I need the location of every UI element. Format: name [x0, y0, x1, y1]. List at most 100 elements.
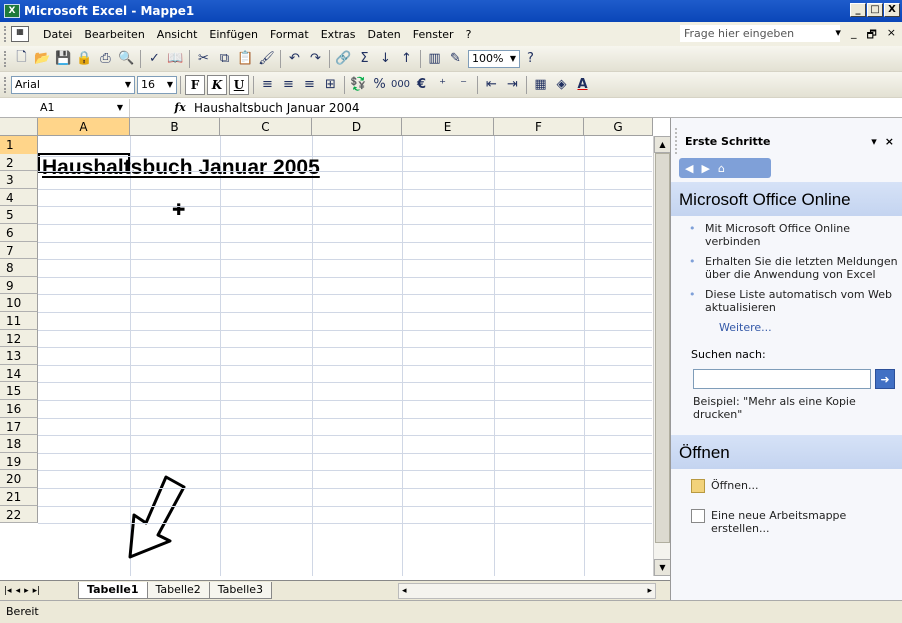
- italic-button[interactable]: K: [207, 74, 227, 95]
- chart-wizard-icon[interactable]: ▥: [424, 49, 445, 69]
- drawing-icon[interactable]: ✎: [445, 49, 466, 69]
- row-header[interactable]: 15: [0, 382, 38, 400]
- row-header[interactable]: 13: [0, 347, 38, 365]
- menu-bearbeiten[interactable]: Bearbeiten: [78, 28, 150, 41]
- task-pane-close-icon[interactable]: ×: [885, 135, 894, 148]
- horizontal-scrollbar[interactable]: ◂ ▸: [398, 583, 656, 599]
- menu-datei[interactable]: Datei: [37, 28, 78, 41]
- undo-icon[interactable]: ↶: [284, 49, 305, 69]
- scroll-left-icon[interactable]: ◂: [402, 586, 407, 596]
- align-right-icon[interactable]: ≡: [299, 75, 320, 95]
- new-workbook-link[interactable]: Eine neue Arbeitsmappe erstellen...: [671, 493, 902, 535]
- open-link[interactable]: Öffnen...: [671, 469, 902, 493]
- new-icon[interactable]: 🗋: [11, 49, 32, 69]
- name-box[interactable]: A1 ▼: [0, 98, 130, 117]
- row-header[interactable]: 4: [0, 188, 38, 207]
- minimize-button[interactable]: _: [850, 3, 866, 17]
- doc-minimize-button[interactable]: _: [851, 26, 857, 45]
- row-header[interactable]: 22: [0, 505, 38, 524]
- row-header[interactable]: 19: [0, 452, 38, 471]
- fill-color-icon[interactable]: ◈: [551, 75, 572, 95]
- row-header[interactable]: 21: [0, 488, 38, 506]
- row-header[interactable]: 5: [0, 206, 38, 224]
- help-dropdown-icon[interactable]: ▾: [835, 26, 841, 45]
- toolbar-grip[interactable]: [4, 76, 7, 93]
- scroll-thumb[interactable]: [655, 153, 670, 543]
- redo-icon[interactable]: ↷: [305, 49, 326, 69]
- font-size-select[interactable]: 16 ▼: [137, 75, 177, 94]
- column-header-b[interactable]: B: [130, 118, 220, 136]
- row-header[interactable]: 17: [0, 417, 38, 436]
- column-header-g[interactable]: G: [584, 118, 653, 136]
- thousands-button[interactable]: 000: [390, 75, 411, 95]
- row-header[interactable]: 18: [0, 435, 38, 453]
- sort-asc-icon[interactable]: ↓: [375, 49, 396, 69]
- menu-fenster[interactable]: Fenster: [407, 28, 460, 41]
- sort-desc-icon[interactable]: ↑: [396, 49, 417, 69]
- copy-icon[interactable]: ⧉: [214, 49, 235, 69]
- row-header[interactable]: 11: [0, 312, 38, 330]
- row-header[interactable]: 6: [0, 224, 38, 242]
- scroll-right-icon[interactable]: ▸: [647, 586, 652, 596]
- permission-icon[interactable]: 🔒: [74, 49, 95, 69]
- row-header[interactable]: 2: [0, 153, 38, 172]
- vertical-scrollbar[interactable]: ▲ ▼: [653, 136, 670, 576]
- help-search-input[interactable]: Frage hier eingeben: [680, 25, 840, 42]
- borders-icon[interactable]: ▦: [530, 75, 551, 95]
- toolbar-grip[interactable]: [4, 26, 7, 42]
- merge-center-icon[interactable]: ⊞: [320, 75, 341, 95]
- euro-button[interactable]: €: [411, 75, 432, 95]
- function-icon[interactable]: fx: [170, 101, 190, 114]
- increase-decimal-icon[interactable]: ⁺: [432, 75, 453, 95]
- new-workbook-label[interactable]: Eine neue Arbeitsmappe erstellen...: [711, 509, 902, 535]
- help-icon[interactable]: ?: [520, 49, 541, 69]
- toolbar-grip[interactable]: [4, 50, 7, 67]
- open-icon[interactable]: 📂: [32, 49, 53, 69]
- worksheet-grid[interactable]: A B C D E F G Haushaltsbuch Januar 2005 …: [0, 118, 670, 580]
- scroll-down-icon[interactable]: ▼: [654, 559, 670, 576]
- align-center-icon[interactable]: ≡: [278, 75, 299, 95]
- column-header-f[interactable]: F: [494, 118, 584, 136]
- select-all-corner[interactable]: [0, 118, 38, 136]
- list-item[interactable]: Erhalten Sie die letzten Meldungen über …: [689, 255, 898, 281]
- spelling-icon[interactable]: ✓: [144, 49, 165, 69]
- task-pane-title[interactable]: Erste Schritte: [685, 135, 770, 148]
- column-header-a[interactable]: A: [38, 118, 130, 136]
- column-header-c[interactable]: C: [220, 118, 312, 136]
- maximize-button[interactable]: □: [867, 3, 883, 17]
- increase-indent-icon[interactable]: ⇥: [502, 75, 523, 95]
- tab-tabelle3[interactable]: Tabelle3: [208, 582, 273, 599]
- format-painter-icon[interactable]: 🖌: [256, 49, 277, 69]
- tab-tabelle2[interactable]: Tabelle2: [146, 582, 210, 599]
- prev-sheet-button[interactable]: ◂: [16, 586, 21, 596]
- menu-daten[interactable]: Daten: [362, 28, 407, 41]
- row-header[interactable]: 7: [0, 241, 38, 260]
- print-preview-icon[interactable]: 🔍: [116, 49, 137, 69]
- row-header[interactable]: 3: [0, 171, 38, 189]
- search-input[interactable]: [693, 369, 871, 389]
- font-select[interactable]: Arial ▼: [11, 75, 135, 94]
- underline-button[interactable]: U: [229, 74, 249, 95]
- task-pane-menu-icon[interactable]: ▾: [871, 135, 877, 148]
- menu-help[interactable]: ?: [460, 28, 478, 41]
- forward-icon[interactable]: ▶: [701, 162, 709, 175]
- list-item[interactable]: Diese Liste automatisch vom Web aktualis…: [689, 288, 898, 314]
- search-go-icon[interactable]: ➜: [875, 369, 895, 389]
- row-header[interactable]: 12: [0, 329, 38, 348]
- list-item[interactable]: Mit Microsoft Office Online verbinden: [689, 222, 898, 248]
- paste-icon[interactable]: 📋: [235, 49, 256, 69]
- back-icon[interactable]: ◀: [685, 162, 693, 175]
- row-header[interactable]: 16: [0, 400, 38, 418]
- row-header[interactable]: 20: [0, 470, 38, 488]
- first-sheet-button[interactable]: |◂: [4, 586, 12, 596]
- bold-button[interactable]: F: [185, 74, 205, 95]
- close-button[interactable]: X: [884, 3, 900, 17]
- formula-input[interactable]: Haushaltsbuch Januar 2004: [194, 101, 359, 115]
- percent-button[interactable]: %: [369, 75, 390, 95]
- more-link[interactable]: Weitere...: [671, 321, 902, 334]
- row-header[interactable]: 8: [0, 259, 38, 277]
- doc-restore-button[interactable]: 🗗: [866, 26, 876, 45]
- align-left-icon[interactable]: ≡: [257, 75, 278, 95]
- row-header[interactable]: 10: [0, 294, 38, 312]
- row-header[interactable]: 9: [0, 276, 38, 295]
